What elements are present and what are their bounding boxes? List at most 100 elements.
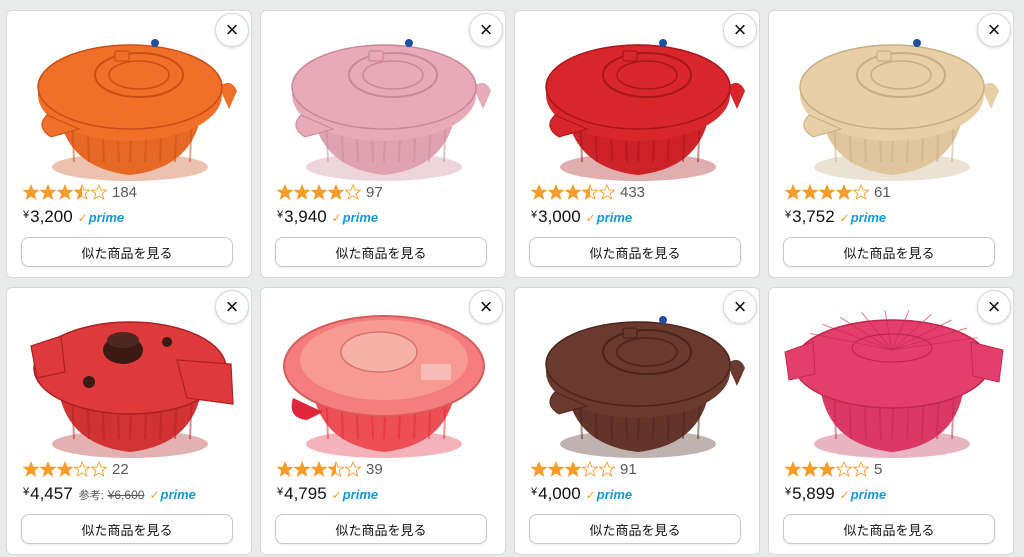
star-full-icon bbox=[819, 461, 835, 477]
star-rating[interactable]: 97 bbox=[277, 183, 383, 201]
stars bbox=[785, 461, 870, 477]
stars bbox=[277, 184, 362, 200]
prime-badge: ✓ prime bbox=[332, 210, 378, 225]
review-count[interactable]: 433 bbox=[620, 184, 645, 201]
price: 3,940 bbox=[284, 207, 327, 226]
prime-label: prime bbox=[850, 210, 887, 225]
star-full-icon bbox=[277, 461, 293, 477]
product-card[interactable]: × 22 ¥ 4,457 参考: ¥6,600 ✓ prime 似た商品を見る bbox=[6, 287, 252, 555]
star-empty-icon bbox=[853, 184, 869, 200]
star-full-icon bbox=[548, 461, 564, 477]
star-full-icon bbox=[565, 461, 581, 477]
prime-check-icon: ✓ bbox=[585, 488, 596, 502]
star-rating[interactable]: 184 bbox=[23, 183, 137, 201]
star-full-icon bbox=[40, 184, 56, 200]
prime-badge: ✓ prime bbox=[586, 210, 632, 225]
close-icon[interactable]: × bbox=[977, 290, 1011, 324]
product-card[interactable]: × 91 ¥ 4,000 ✓ prime 似た商品を見る bbox=[514, 287, 760, 555]
see-similar-button[interactable]: 似た商品を見る bbox=[21, 237, 233, 267]
product-image[interactable] bbox=[271, 17, 497, 187]
star-empty-icon bbox=[345, 184, 361, 200]
review-count[interactable]: 61 bbox=[874, 184, 891, 201]
price: 3,200 bbox=[30, 207, 73, 226]
currency-symbol: ¥ bbox=[277, 486, 284, 498]
price: 3,752 bbox=[792, 207, 835, 226]
product-card[interactable]: × 5 ¥ 5,899 ✓ prime 似た商品を見る bbox=[768, 287, 1014, 555]
product-image[interactable] bbox=[779, 17, 1005, 187]
product-card[interactable]: × 97 ¥ 3,940 ✓ prime 似た商品を見る bbox=[260, 10, 506, 278]
product-grid: × 184 ¥ 3,200 ✓ prime 似た商品を見る × 97 ¥ 3,9… bbox=[0, 0, 1024, 557]
prime-check-icon: ✓ bbox=[149, 488, 160, 502]
see-similar-button[interactable]: 似た商品を見る bbox=[783, 514, 995, 544]
close-icon[interactable]: × bbox=[215, 13, 249, 47]
prime-badge: ✓ prime bbox=[840, 487, 886, 502]
product-image[interactable] bbox=[271, 294, 497, 464]
stars bbox=[785, 184, 870, 200]
product-image[interactable] bbox=[17, 294, 243, 464]
star-full-icon bbox=[40, 461, 56, 477]
star-rating[interactable]: 5 bbox=[785, 460, 882, 478]
stars bbox=[23, 184, 108, 200]
see-similar-button[interactable]: 似た商品を見る bbox=[21, 514, 233, 544]
stars bbox=[531, 184, 616, 200]
prime-label: prime bbox=[596, 210, 633, 225]
star-full-icon bbox=[311, 184, 327, 200]
star-rating[interactable]: 22 bbox=[23, 460, 129, 478]
product-image[interactable] bbox=[525, 294, 751, 464]
currency-symbol: ¥ bbox=[23, 486, 30, 498]
price: 4,457 bbox=[30, 484, 73, 503]
prime-check-icon: ✓ bbox=[839, 488, 850, 502]
star-full-icon bbox=[802, 184, 818, 200]
see-similar-button[interactable]: 似た商品を見る bbox=[783, 237, 995, 267]
star-full-icon bbox=[548, 184, 564, 200]
review-count[interactable]: 97 bbox=[366, 184, 383, 201]
star-rating[interactable]: 91 bbox=[531, 460, 637, 478]
see-similar-button[interactable]: 似た商品を見る bbox=[275, 237, 487, 267]
star-full-icon bbox=[57, 184, 73, 200]
review-count[interactable]: 22 bbox=[112, 461, 129, 478]
price-line: ¥ 4,000 ✓ prime bbox=[531, 484, 632, 504]
star-full-icon bbox=[294, 184, 310, 200]
product-card[interactable]: × 39 ¥ 4,795 ✓ prime 似た商品を見る bbox=[260, 287, 506, 555]
close-icon[interactable]: × bbox=[469, 290, 503, 324]
product-card[interactable]: × 433 ¥ 3,000 ✓ prime 似た商品を見る bbox=[514, 10, 760, 278]
product-image[interactable] bbox=[779, 294, 1005, 464]
product-image[interactable] bbox=[525, 17, 751, 187]
currency-symbol: ¥ bbox=[531, 209, 538, 221]
product-card[interactable]: × 184 ¥ 3,200 ✓ prime 似た商品を見る bbox=[6, 10, 252, 278]
close-icon[interactable]: × bbox=[723, 13, 757, 47]
star-empty-icon bbox=[599, 461, 615, 477]
price-line: ¥ 4,795 ✓ prime bbox=[277, 484, 378, 504]
star-half-icon bbox=[582, 184, 598, 200]
star-empty-icon bbox=[91, 461, 107, 477]
see-similar-button[interactable]: 似た商品を見る bbox=[529, 237, 741, 267]
review-count[interactable]: 39 bbox=[366, 461, 383, 478]
star-empty-icon bbox=[582, 461, 598, 477]
star-full-icon bbox=[311, 461, 327, 477]
product-card[interactable]: × 61 ¥ 3,752 ✓ prime 似た商品を見る bbox=[768, 10, 1014, 278]
star-rating[interactable]: 433 bbox=[531, 183, 645, 201]
star-full-icon bbox=[328, 184, 344, 200]
review-count[interactable]: 184 bbox=[112, 184, 137, 201]
star-rating[interactable]: 61 bbox=[785, 183, 891, 201]
price-line: ¥ 3,000 ✓ prime bbox=[531, 207, 632, 227]
currency-symbol: ¥ bbox=[277, 209, 284, 221]
reference-price: ¥6,600 bbox=[107, 488, 145, 502]
close-icon[interactable]: × bbox=[215, 290, 249, 324]
star-full-icon bbox=[531, 461, 547, 477]
review-count[interactable]: 5 bbox=[874, 461, 882, 478]
close-icon[interactable]: × bbox=[469, 13, 503, 47]
see-similar-button[interactable]: 似た商品を見る bbox=[529, 514, 741, 544]
close-icon[interactable]: × bbox=[723, 290, 757, 324]
star-full-icon bbox=[565, 184, 581, 200]
star-half-icon bbox=[74, 184, 90, 200]
star-rating[interactable]: 39 bbox=[277, 460, 383, 478]
price: 5,899 bbox=[792, 484, 835, 503]
reference-label: 参考: bbox=[78, 490, 104, 502]
currency-symbol: ¥ bbox=[785, 486, 792, 498]
close-icon[interactable]: × bbox=[977, 13, 1011, 47]
product-image[interactable] bbox=[17, 17, 243, 187]
see-similar-button[interactable]: 似た商品を見る bbox=[275, 514, 487, 544]
currency-symbol: ¥ bbox=[531, 486, 538, 498]
review-count[interactable]: 91 bbox=[620, 461, 637, 478]
